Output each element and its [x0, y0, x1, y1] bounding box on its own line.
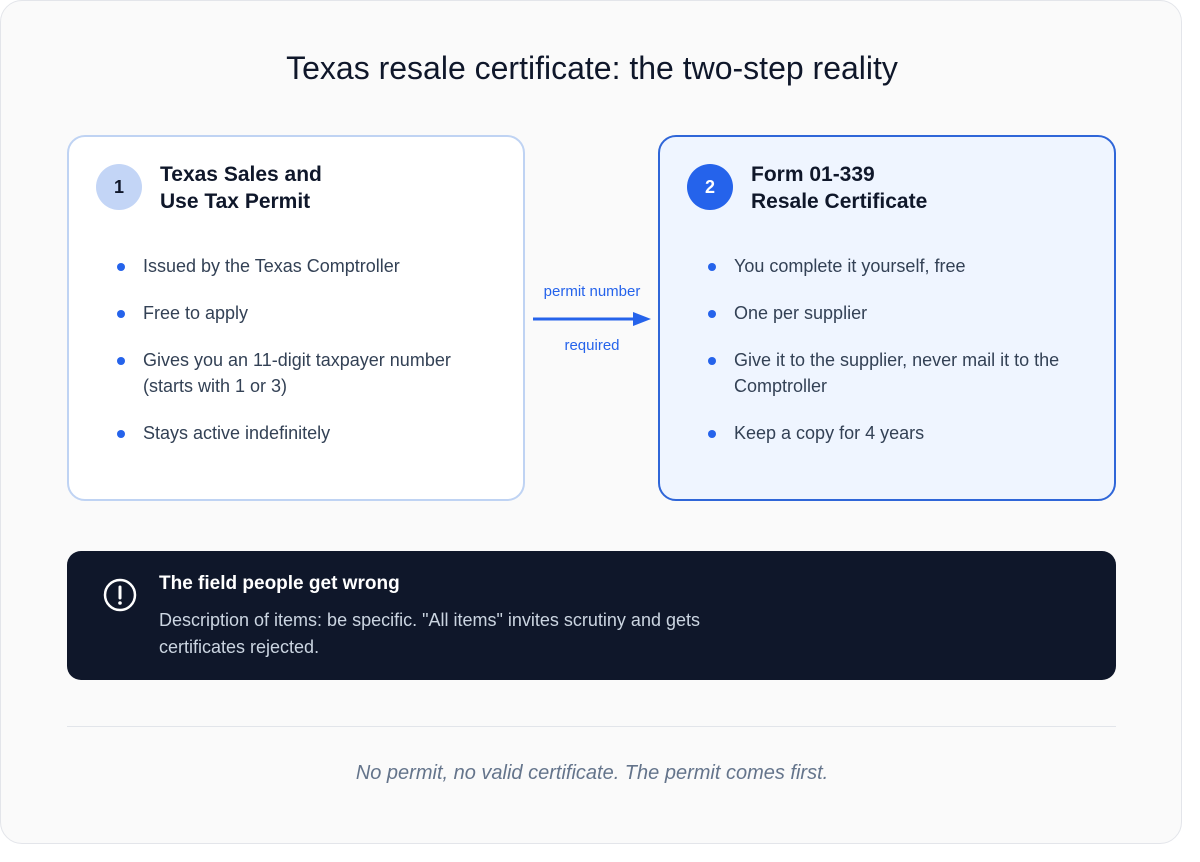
step-2-card: 2 Form 01-339 Resale Certificate You com…: [658, 135, 1116, 501]
callout-body: Description of items: be specific. "All …: [159, 610, 700, 657]
bullet-dot-icon: [708, 430, 716, 438]
step-1-heading: Texas Sales and Use Tax Permit: [160, 161, 322, 215]
diagram-title: Texas resale certificate: the two-step r…: [286, 50, 898, 86]
step-1-bullet-list: Issued by the Texas Comptroller Free to …: [115, 253, 493, 467]
bullet-dot-icon: [708, 357, 716, 365]
bullet-text: Give it to the supplier, never mail it t…: [734, 350, 1060, 396]
bullet-text: One per supplier: [734, 303, 868, 323]
footer-note: No permit, no valid certificate. The per…: [355, 762, 829, 784]
step-2-bullet-list: You complete it yourself, free One per s…: [706, 253, 1084, 467]
step-1-heading-line-1: Texas Sales and: [160, 163, 322, 186]
bullet-item: One per supplier: [706, 300, 1084, 326]
bullet-text: Stays active indefinitely: [143, 423, 331, 443]
bullet-item: You complete it yourself, free: [706, 253, 1084, 279]
bullet-dot-icon: [117, 430, 125, 438]
bullet-text: You complete it yourself, free: [734, 256, 966, 276]
right-arrow-icon: [533, 312, 651, 326]
bullet-item: Keep a copy for 4 years: [706, 420, 1084, 446]
bullet-dot-icon: [117, 357, 125, 365]
bullet-dot-icon: [117, 310, 125, 318]
bullet-text: Gives you an 11-digit taxpayer number (s…: [143, 350, 451, 396]
step-2-heading-line-1: Form 01-339: [751, 163, 875, 186]
warning-callout: The field people get wrong Description o…: [67, 551, 1116, 680]
bullet-text: Free to apply: [143, 303, 249, 323]
bullet-dot-icon: [708, 263, 716, 271]
bullet-item: Give it to the supplier, never mail it t…: [706, 347, 1084, 399]
bullet-dot-icon: [117, 263, 125, 271]
bullet-item: Free to apply: [115, 300, 493, 326]
bullet-item: Issued by the Texas Comptroller: [115, 253, 493, 279]
step-2-heading-line-2: Resale Certificate: [751, 190, 928, 213]
footer-divider: [67, 726, 1116, 727]
connector-top-label: permit number: [543, 283, 641, 300]
alert-circle-icon: [103, 578, 137, 612]
step-2-badge: 2: [687, 164, 733, 210]
step-1-badge: 1: [96, 164, 142, 210]
permit-connector: permit number required: [530, 280, 654, 360]
callout-title: The field people get wrong: [159, 573, 400, 594]
bullet-dot-icon: [708, 310, 716, 318]
step-2-heading: Form 01-339 Resale Certificate: [751, 161, 927, 215]
step-1-card: 1 Texas Sales and Use Tax Permit Issued …: [67, 135, 525, 501]
bullet-item: Gives you an 11-digit taxpayer number (s…: [115, 347, 493, 399]
step-1-heading-line-2: Use Tax Permit: [160, 190, 311, 213]
bullet-item: Stays active indefinitely: [115, 420, 493, 446]
connector-bottom-label: required: [564, 337, 620, 354]
bullet-text: Issued by the Texas Comptroller: [143, 256, 400, 276]
bullet-text: Keep a copy for 4 years: [734, 423, 925, 443]
